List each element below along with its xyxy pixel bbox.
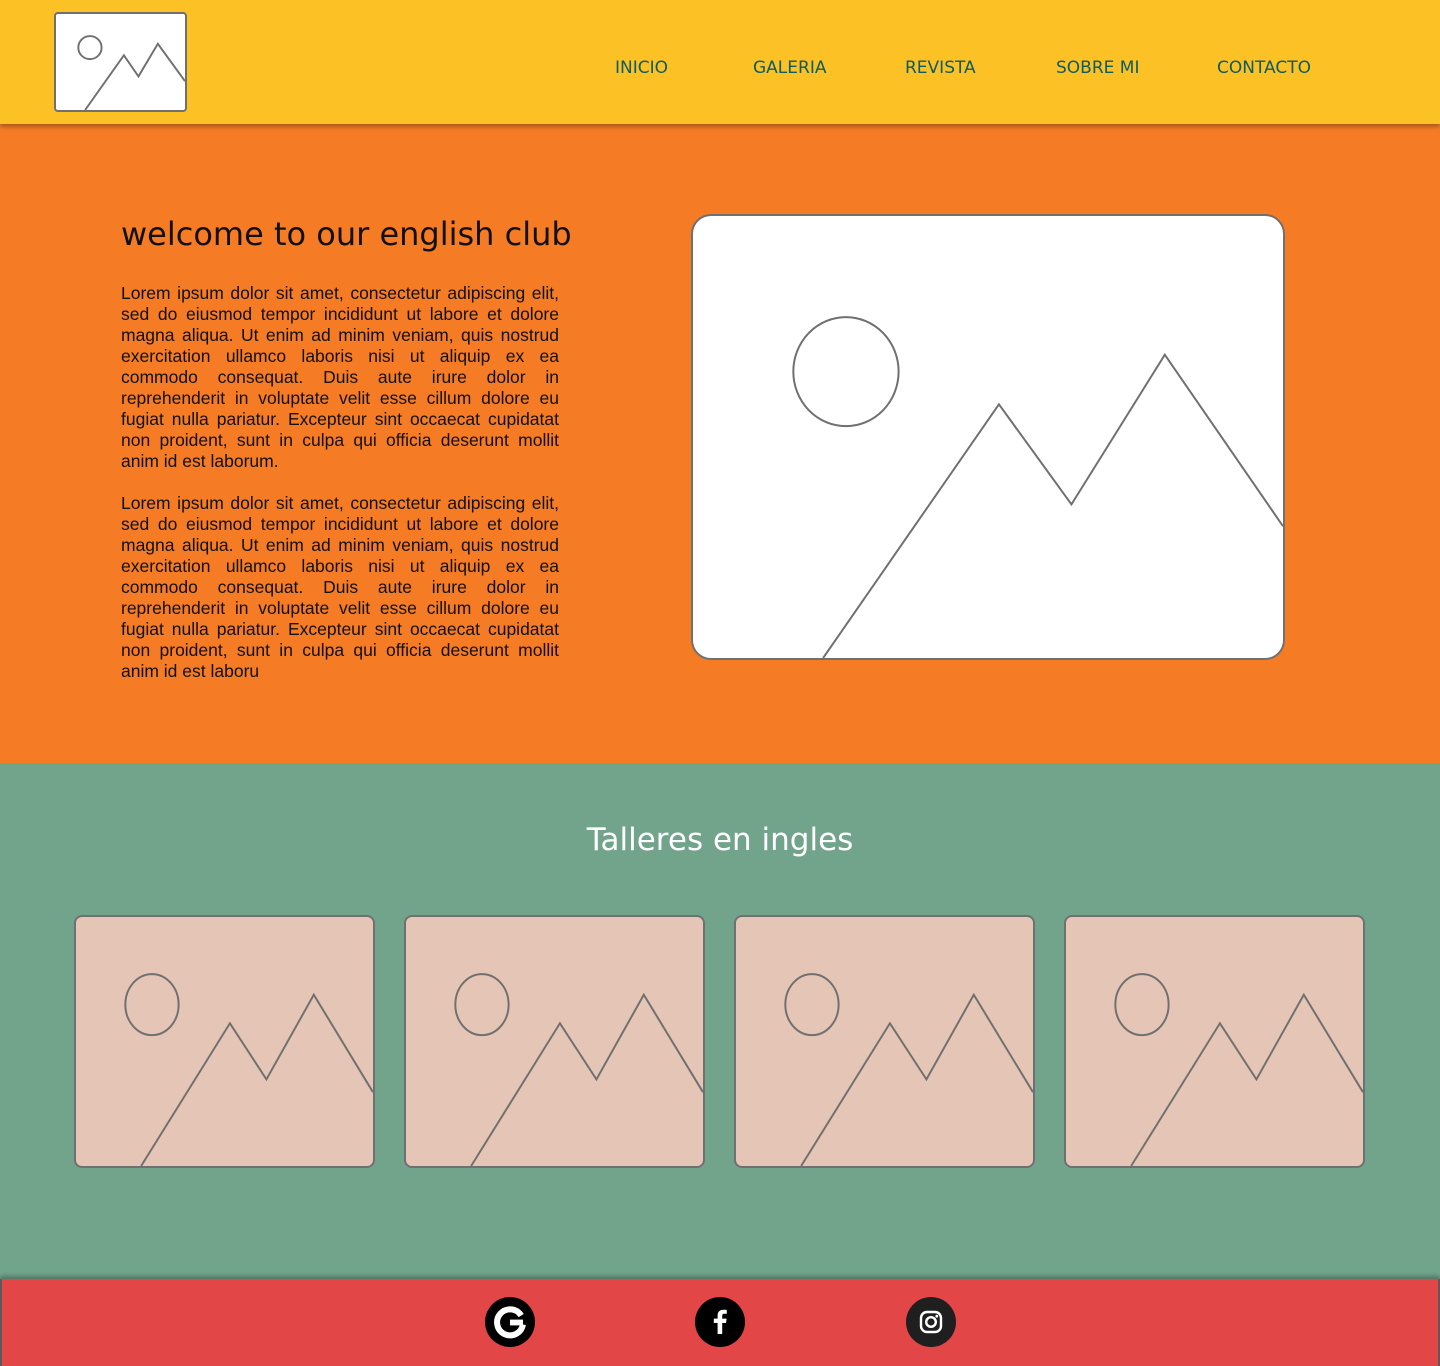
logo[interactable] <box>54 12 187 112</box>
nav-inicio[interactable]: INICIO <box>615 57 668 79</box>
hero-image <box>691 214 1285 660</box>
hero-section: welcome to our english club Lorem ipsum … <box>0 124 1440 763</box>
workshops-title: Talleres en ingles <box>586 822 854 858</box>
nav-galeria[interactable]: GALERIA <box>753 57 826 79</box>
instagram-icon <box>906 1297 956 1347</box>
site-header: INICIO GALERIA REVISTA SOBRE MI CONTACTO <box>0 0 1440 124</box>
image-placeholder-icon <box>77 35 185 110</box>
image-placeholder-icon <box>784 973 1033 1166</box>
site-footer <box>0 1279 1440 1366</box>
workshop-card[interactable] <box>404 915 705 1168</box>
facebook-link[interactable] <box>695 1297 745 1347</box>
google-link[interactable] <box>485 1297 535 1347</box>
nav-contacto[interactable]: CONTACTO <box>1217 57 1311 79</box>
image-placeholder-icon <box>454 973 703 1166</box>
hero-paragraph: Lorem ipsum dolor sit amet, consectetur … <box>121 493 559 681</box>
facebook-icon <box>695 1297 745 1347</box>
workshop-card[interactable] <box>734 915 1035 1168</box>
nav-revista[interactable]: REVISTA <box>905 57 976 79</box>
image-placeholder-icon <box>124 973 373 1166</box>
image-placeholder-icon <box>792 316 1283 658</box>
nav-sobre-mi[interactable]: SOBRE MI <box>1056 57 1139 79</box>
hero-paragraph: Lorem ipsum dolor sit amet, consectetur … <box>121 283 559 471</box>
google-icon <box>485 1297 535 1347</box>
instagram-link[interactable] <box>906 1297 956 1347</box>
workshops-section: Talleres en ingles <box>0 763 1440 1279</box>
image-placeholder-icon <box>1114 973 1363 1166</box>
hero-title: welcome to our english club <box>121 215 572 253</box>
workshop-card[interactable] <box>1064 915 1365 1168</box>
workshop-card[interactable] <box>74 915 375 1168</box>
